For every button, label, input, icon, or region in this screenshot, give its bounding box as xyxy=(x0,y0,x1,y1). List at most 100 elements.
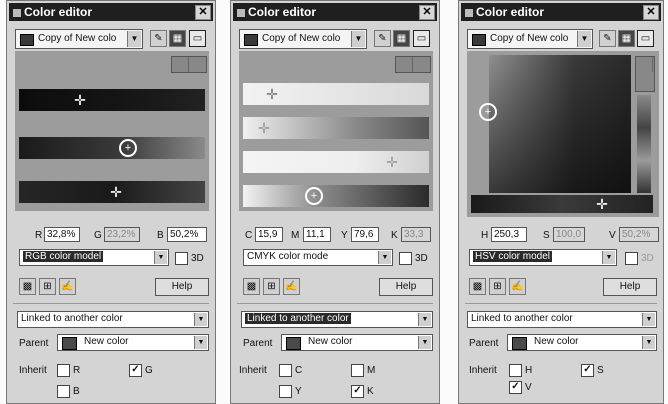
color-model-select[interactable]: CMYK color mode ▼ xyxy=(243,249,393,266)
add-color-button[interactable]: ⊞ xyxy=(39,278,56,295)
inherit-checkbox-v[interactable]: ✓ xyxy=(509,381,522,394)
crosshair-icon[interactable]: ✛ xyxy=(107,183,125,201)
inherit-checkbox-m[interactable] xyxy=(351,364,364,377)
blue-slider[interactable]: ✛ xyxy=(19,181,205,203)
green-slider[interactable]: + xyxy=(19,137,205,159)
inherit-checkbox-c[interactable] xyxy=(279,364,292,377)
chevron-down-icon[interactable]: ▼ xyxy=(194,336,207,349)
chevron-down-icon[interactable]: ▼ xyxy=(351,31,365,47)
black-slider[interactable]: + xyxy=(243,185,429,207)
link-mode-select[interactable]: Linked to another color ▼ xyxy=(241,311,433,328)
title-bar[interactable]: Color editor ✕ xyxy=(9,3,213,21)
link-mode-select[interactable]: Linked to another color ▼ xyxy=(17,311,209,328)
inherit-checkbox-y[interactable] xyxy=(279,385,292,398)
chevron-down-icon[interactable]: ▼ xyxy=(418,336,431,349)
magenta-slider[interactable]: ✛ xyxy=(243,117,429,139)
inherit-checkbox-h[interactable] xyxy=(509,364,522,377)
component-input-k[interactable]: 33,3 xyxy=(401,227,431,242)
component-input-b[interactable]: 50,2% xyxy=(167,227,207,242)
crosshair-icon[interactable]: + xyxy=(305,187,323,205)
close-button[interactable]: ✕ xyxy=(195,5,211,20)
color-model-value: HSV color model xyxy=(473,251,553,262)
inherit-label-h: H xyxy=(525,365,533,376)
inherit-checkbox-r[interactable] xyxy=(57,364,70,377)
crosshair-icon[interactable]: ✛ xyxy=(593,195,611,213)
crosshair-icon[interactable]: ✛ xyxy=(71,91,89,109)
hue-strip[interactable] xyxy=(637,95,651,193)
cyan-slider[interactable]: ✛ xyxy=(243,83,429,105)
crosshair-icon[interactable]: ✛ xyxy=(263,85,281,103)
palette-button[interactable]: ▦ xyxy=(169,30,186,47)
chevron-down-icon[interactable]: ▼ xyxy=(127,31,141,47)
crosshair-icon[interactable]: + xyxy=(119,139,137,157)
palette-button[interactable]: ▦ xyxy=(393,30,410,47)
parent-select[interactable]: New color ▼ xyxy=(281,334,433,351)
inherit-checkbox-s[interactable]: ✓ xyxy=(581,364,594,377)
help-button[interactable]: Help xyxy=(155,278,209,296)
title-bar[interactable]: Color editor ✕ xyxy=(461,3,661,21)
crosshair-icon[interactable]: + xyxy=(479,103,497,121)
edit-color-button[interactable]: ✍ xyxy=(59,278,76,295)
link-mode-select[interactable]: Linked to another color ▼ xyxy=(467,311,657,328)
crosshair-icon[interactable]: ✛ xyxy=(255,119,273,137)
chevron-down-icon[interactable]: ▼ xyxy=(154,251,167,264)
close-button[interactable]: ✕ xyxy=(419,5,435,20)
grid-view-button[interactable]: ▩ xyxy=(19,278,36,295)
three-d-checkbox[interactable] xyxy=(399,252,412,265)
chevron-down-icon[interactable]: ▼ xyxy=(602,251,615,264)
inherit-checkbox-k[interactable]: ✓ xyxy=(351,385,364,398)
component-input-g[interactable]: 23,2% xyxy=(104,227,140,242)
close-icon: ✕ xyxy=(198,6,208,18)
red-slider[interactable]: ✛ xyxy=(19,89,205,111)
mode-toggle-button[interactable]: ▭ xyxy=(189,30,206,47)
color-model-select[interactable]: RGB color model ▼ xyxy=(19,249,169,266)
color-name-combo[interactable]: Copy of New colo ▼ xyxy=(15,29,143,49)
palette-button[interactable]: ▦ xyxy=(618,30,635,47)
color-name-combo[interactable]: Copy of New colo ▼ xyxy=(467,29,593,49)
add-color-button[interactable]: ⊞ xyxy=(489,278,506,295)
crosshair-icon[interactable]: ✛ xyxy=(383,153,401,171)
chevron-down-icon[interactable]: ▼ xyxy=(577,31,591,47)
title-bar[interactable]: Color editor ✕ xyxy=(233,3,437,21)
grid-view-button[interactable]: ▩ xyxy=(243,278,260,295)
help-button[interactable]: Help xyxy=(379,278,433,296)
chevron-down-icon[interactable]: ▼ xyxy=(194,313,207,326)
parent-select[interactable]: New color ▼ xyxy=(57,334,209,351)
inherit-checkbox-b[interactable] xyxy=(57,385,70,398)
component-input-m[interactable]: 11,1 xyxy=(303,227,331,242)
add-color-button[interactable]: ⊞ xyxy=(263,278,280,295)
parent-select[interactable]: New color ▼ xyxy=(507,334,657,351)
mode-toggle-button[interactable]: ▭ xyxy=(637,30,654,47)
color-model-select[interactable]: HSV color model ▼ xyxy=(469,249,617,266)
color-name-combo[interactable]: Copy of New colo ▼ xyxy=(239,29,367,49)
component-input-v[interactable]: 50,2% xyxy=(619,227,659,242)
divider xyxy=(465,303,657,304)
eyedropper-button[interactable]: ✎ xyxy=(374,30,391,47)
component-input-h[interactable]: 250,3 xyxy=(491,227,527,242)
mode-toggle-button[interactable]: ▭ xyxy=(413,30,430,47)
close-button[interactable]: ✕ xyxy=(643,5,659,20)
edit-color-button[interactable]: ✍ xyxy=(509,278,526,295)
chevron-down-icon[interactable]: ▼ xyxy=(642,313,655,326)
help-button[interactable]: Help xyxy=(603,278,657,296)
inherit-checkbox-g[interactable]: ✓ xyxy=(129,364,142,377)
eyedropper-button[interactable]: ✎ xyxy=(599,30,616,47)
color-name: Copy of New colo xyxy=(262,33,341,44)
yellow-slider[interactable]: ✛ xyxy=(243,151,429,173)
color-swatch xyxy=(244,34,258,46)
three-d-checkbox[interactable] xyxy=(175,252,188,265)
component-input-r[interactable]: 32,8% xyxy=(44,227,80,242)
edit-color-button[interactable]: ✍ xyxy=(283,278,300,295)
component-input-y[interactable]: 79,6 xyxy=(351,227,379,242)
inherit-label: Inherit xyxy=(19,365,47,376)
component-input-c[interactable]: 15,9 xyxy=(255,227,283,242)
three-d-checkbox[interactable] xyxy=(625,252,638,265)
chevron-down-icon[interactable]: ▼ xyxy=(642,336,655,349)
component-input-s[interactable]: 100,0 xyxy=(553,227,585,242)
chevron-down-icon[interactable]: ▼ xyxy=(418,313,431,326)
grid-view-button[interactable]: ▩ xyxy=(469,278,486,295)
saturation-value-square[interactable]: + xyxy=(479,55,631,193)
eyedropper-button[interactable]: ✎ xyxy=(150,30,167,47)
chevron-down-icon[interactable]: ▼ xyxy=(378,251,391,264)
value-slider[interactable]: ✛ xyxy=(471,195,653,213)
